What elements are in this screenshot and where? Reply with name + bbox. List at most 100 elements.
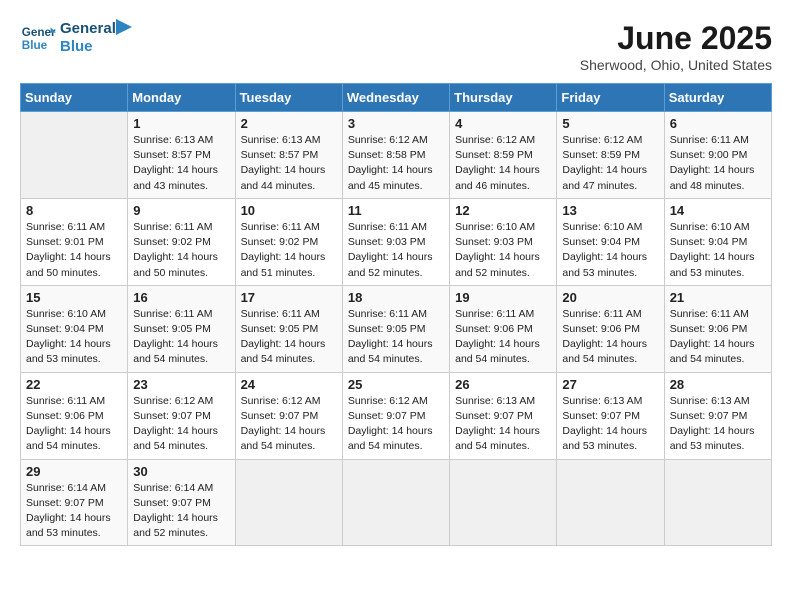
sunset-label: Sunset: 9:04 PM <box>670 236 748 248</box>
daylight-label: Daylight: 14 hours <box>133 251 218 263</box>
sunset-label: Sunset: 8:57 PM <box>133 149 211 161</box>
daylight-label: Daylight: 14 hours <box>670 425 755 437</box>
sunset-label: Sunset: 9:04 PM <box>562 236 640 248</box>
calendar-cell <box>235 459 342 546</box>
calendar-cell: 18 Sunrise: 6:11 AM Sunset: 9:05 PM Dayl… <box>342 285 449 372</box>
day-info: Sunrise: 6:13 AM Sunset: 9:07 PM Dayligh… <box>670 394 766 455</box>
daylight-label: Daylight: 14 hours <box>348 338 433 350</box>
day-number: 26 <box>455 377 551 392</box>
day-number: 12 <box>455 203 551 218</box>
day-number: 13 <box>562 203 658 218</box>
daylight-minutes: and 53 minutes. <box>562 440 637 452</box>
day-info: Sunrise: 6:11 AM Sunset: 9:06 PM Dayligh… <box>670 307 766 368</box>
calendar-cell: 26 Sunrise: 6:13 AM Sunset: 9:07 PM Dayl… <box>450 372 557 459</box>
calendar-cell: 12 Sunrise: 6:10 AM Sunset: 9:03 PM Dayl… <box>450 198 557 285</box>
day-info: Sunrise: 6:13 AM Sunset: 8:57 PM Dayligh… <box>241 133 337 194</box>
sunrise-label: Sunrise: 6:10 AM <box>26 308 106 320</box>
daylight-minutes: and 47 minutes. <box>562 180 637 192</box>
sunset-label: Sunset: 9:06 PM <box>562 323 640 335</box>
calendar-cell: 17 Sunrise: 6:11 AM Sunset: 9:05 PM Dayl… <box>235 285 342 372</box>
daylight-minutes: and 54 minutes. <box>348 440 423 452</box>
day-info: Sunrise: 6:13 AM Sunset: 8:57 PM Dayligh… <box>133 133 229 194</box>
sunset-label: Sunset: 9:04 PM <box>26 323 104 335</box>
col-header-tuesday: Tuesday <box>235 84 342 112</box>
daylight-minutes: and 51 minutes. <box>241 267 316 279</box>
calendar-cell: 21 Sunrise: 6:11 AM Sunset: 9:06 PM Dayl… <box>664 285 771 372</box>
day-number: 5 <box>562 116 658 131</box>
calendar-cell: 2 Sunrise: 6:13 AM Sunset: 8:57 PM Dayli… <box>235 112 342 199</box>
col-header-wednesday: Wednesday <box>342 84 449 112</box>
daylight-minutes: and 53 minutes. <box>670 440 745 452</box>
day-number: 1 <box>133 116 229 131</box>
daylight-label: Daylight: 14 hours <box>133 164 218 176</box>
calendar-cell: 23 Sunrise: 6:12 AM Sunset: 9:07 PM Dayl… <box>128 372 235 459</box>
day-number: 16 <box>133 290 229 305</box>
day-number: 9 <box>133 203 229 218</box>
week-row-2: 8 Sunrise: 6:11 AM Sunset: 9:01 PM Dayli… <box>21 198 772 285</box>
day-info: Sunrise: 6:12 AM Sunset: 9:07 PM Dayligh… <box>241 394 337 455</box>
day-number: 20 <box>562 290 658 305</box>
daylight-minutes: and 46 minutes. <box>455 180 530 192</box>
sunset-label: Sunset: 8:58 PM <box>348 149 426 161</box>
sunset-label: Sunset: 9:02 PM <box>241 236 319 248</box>
daylight-label: Daylight: 14 hours <box>241 425 326 437</box>
calendar-body: 1 Sunrise: 6:13 AM Sunset: 8:57 PM Dayli… <box>21 112 772 546</box>
calendar-cell: 5 Sunrise: 6:12 AM Sunset: 8:59 PM Dayli… <box>557 112 664 199</box>
sunrise-label: Sunrise: 6:14 AM <box>133 482 213 494</box>
sunrise-label: Sunrise: 6:11 AM <box>241 308 320 320</box>
calendar-title: June 2025 <box>580 20 772 57</box>
day-info: Sunrise: 6:14 AM Sunset: 9:07 PM Dayligh… <box>26 481 122 542</box>
daylight-minutes: and 54 minutes. <box>26 440 101 452</box>
daylight-label: Daylight: 14 hours <box>562 425 647 437</box>
sunset-label: Sunset: 9:07 PM <box>562 410 640 422</box>
day-info: Sunrise: 6:11 AM Sunset: 9:05 PM Dayligh… <box>348 307 444 368</box>
daylight-label: Daylight: 14 hours <box>455 164 540 176</box>
daylight-minutes: and 54 minutes. <box>133 353 208 365</box>
day-number: 23 <box>133 377 229 392</box>
daylight-minutes: and 52 minutes. <box>133 527 208 539</box>
daylight-label: Daylight: 14 hours <box>348 164 433 176</box>
daylight-label: Daylight: 14 hours <box>241 164 326 176</box>
daylight-label: Daylight: 14 hours <box>670 164 755 176</box>
day-info: Sunrise: 6:12 AM Sunset: 9:07 PM Dayligh… <box>348 394 444 455</box>
daylight-label: Daylight: 14 hours <box>26 251 111 263</box>
day-info: Sunrise: 6:11 AM Sunset: 9:06 PM Dayligh… <box>455 307 551 368</box>
calendar-cell: 25 Sunrise: 6:12 AM Sunset: 9:07 PM Dayl… <box>342 372 449 459</box>
daylight-minutes: and 54 minutes. <box>348 353 423 365</box>
sunrise-label: Sunrise: 6:11 AM <box>133 221 212 233</box>
sunrise-label: Sunrise: 6:12 AM <box>241 395 321 407</box>
week-row-3: 15 Sunrise: 6:10 AM Sunset: 9:04 PM Dayl… <box>21 285 772 372</box>
daylight-label: Daylight: 14 hours <box>455 425 540 437</box>
day-number: 28 <box>670 377 766 392</box>
daylight-label: Daylight: 14 hours <box>348 251 433 263</box>
calendar-cell: 20 Sunrise: 6:11 AM Sunset: 9:06 PM Dayl… <box>557 285 664 372</box>
day-number: 4 <box>455 116 551 131</box>
calendar-cell: 9 Sunrise: 6:11 AM Sunset: 9:02 PM Dayli… <box>128 198 235 285</box>
daylight-label: Daylight: 14 hours <box>562 164 647 176</box>
week-row-1: 1 Sunrise: 6:13 AM Sunset: 8:57 PM Dayli… <box>21 112 772 199</box>
day-number: 18 <box>348 290 444 305</box>
col-header-sunday: Sunday <box>21 84 128 112</box>
daylight-minutes: and 54 minutes. <box>455 440 530 452</box>
day-number: 6 <box>670 116 766 131</box>
sunset-label: Sunset: 8:59 PM <box>562 149 640 161</box>
daylight-label: Daylight: 14 hours <box>133 512 218 524</box>
day-info: Sunrise: 6:10 AM Sunset: 9:04 PM Dayligh… <box>562 220 658 281</box>
daylight-minutes: and 53 minutes. <box>26 353 101 365</box>
day-number: 19 <box>455 290 551 305</box>
calendar-cell: 19 Sunrise: 6:11 AM Sunset: 9:06 PM Dayl… <box>450 285 557 372</box>
sunrise-label: Sunrise: 6:11 AM <box>348 308 427 320</box>
calendar-cell: 28 Sunrise: 6:13 AM Sunset: 9:07 PM Dayl… <box>664 372 771 459</box>
calendar-cell: 13 Sunrise: 6:10 AM Sunset: 9:04 PM Dayl… <box>557 198 664 285</box>
calendar-cell: 8 Sunrise: 6:11 AM Sunset: 9:01 PM Dayli… <box>21 198 128 285</box>
sunset-label: Sunset: 9:07 PM <box>241 410 319 422</box>
day-number: 22 <box>26 377 122 392</box>
sunrise-label: Sunrise: 6:12 AM <box>455 134 535 146</box>
day-number: 3 <box>348 116 444 131</box>
day-info: Sunrise: 6:11 AM Sunset: 9:05 PM Dayligh… <box>241 307 337 368</box>
daylight-minutes: and 54 minutes. <box>455 353 530 365</box>
calendar-cell: 4 Sunrise: 6:12 AM Sunset: 8:59 PM Dayli… <box>450 112 557 199</box>
sunrise-label: Sunrise: 6:12 AM <box>348 134 428 146</box>
calendar-header: General Blue General Blue June 2025 Sher… <box>20 20 772 73</box>
logo-flag-icon <box>114 19 134 47</box>
